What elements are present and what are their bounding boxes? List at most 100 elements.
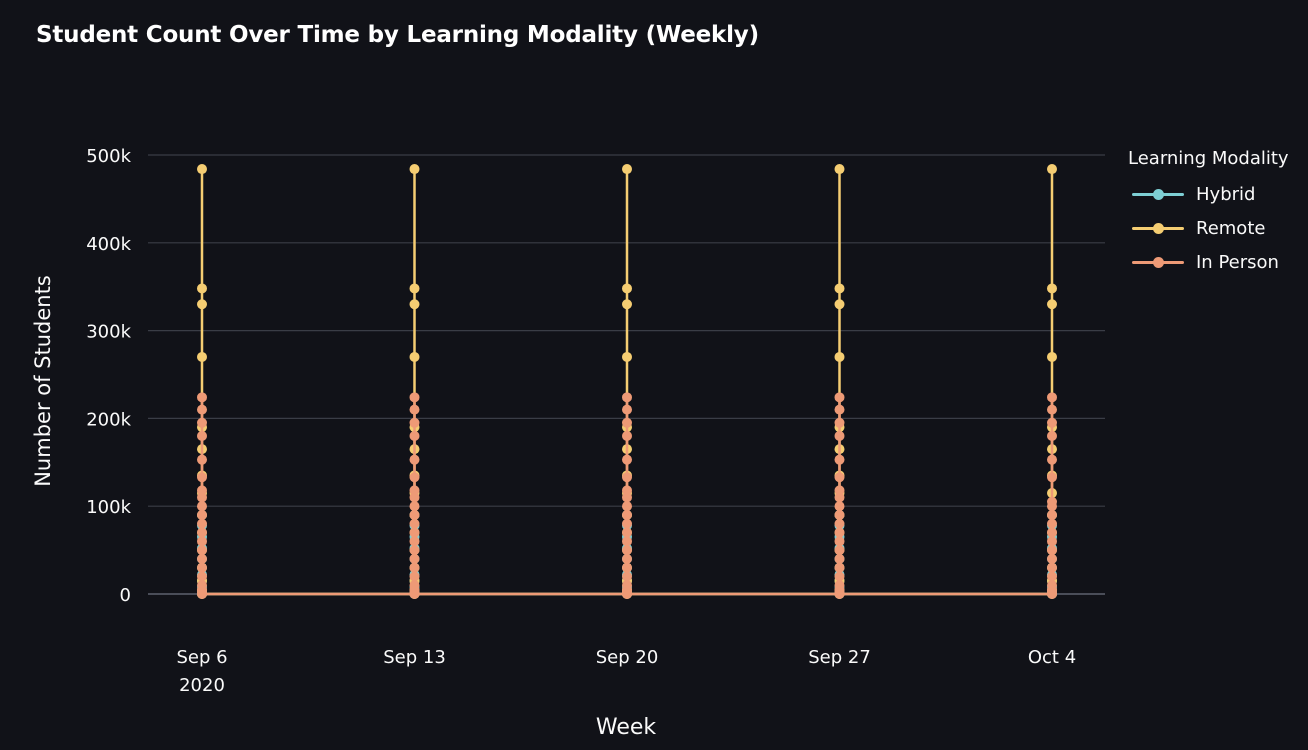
data-point[interactable] (197, 430, 207, 441)
data-point[interactable] (1047, 545, 1057, 556)
data-point[interactable] (409, 404, 420, 415)
data-point[interactable] (834, 509, 845, 520)
data-point[interactable] (409, 417, 420, 428)
data-point[interactable] (1047, 283, 1057, 294)
data-point[interactable] (622, 545, 632, 556)
data-point[interactable] (1047, 392, 1057, 403)
data-point[interactable] (409, 472, 420, 483)
data-point[interactable] (834, 454, 845, 465)
data-point[interactable] (409, 518, 420, 529)
data-point[interactable] (622, 392, 632, 403)
data-point[interactable] (834, 536, 845, 547)
legend-item-remote[interactable]: Remote (1128, 211, 1289, 245)
data-point[interactable] (409, 509, 420, 520)
data-point[interactable] (834, 553, 845, 564)
data-point[interactable] (622, 536, 632, 547)
data-point[interactable] (622, 283, 632, 294)
data-point[interactable] (409, 299, 420, 310)
data-point[interactable] (1047, 562, 1057, 573)
data-point[interactable] (622, 472, 632, 483)
data-point[interactable] (197, 417, 207, 428)
data-point[interactable] (622, 417, 632, 428)
data-point[interactable] (409, 571, 420, 582)
data-point[interactable] (834, 527, 845, 538)
data-point[interactable] (197, 501, 207, 512)
data-point[interactable] (409, 527, 420, 538)
data-point[interactable] (1047, 454, 1057, 465)
data-point[interactable] (197, 562, 207, 573)
data-point[interactable] (622, 501, 632, 512)
data-point[interactable] (197, 545, 207, 556)
data-point[interactable] (834, 404, 845, 415)
data-point[interactable] (622, 404, 632, 415)
data-point[interactable] (834, 485, 845, 496)
data-point[interactable] (834, 430, 845, 441)
data-point[interactable] (622, 518, 632, 529)
data-point[interactable] (409, 545, 420, 556)
data-point[interactable] (1047, 404, 1057, 415)
data-point[interactable] (197, 518, 207, 529)
data-point[interactable] (409, 164, 420, 175)
data-point[interactable] (834, 501, 845, 512)
data-point[interactable] (197, 580, 207, 591)
data-point[interactable] (1047, 299, 1057, 310)
data-point[interactable] (197, 283, 207, 294)
data-point[interactable] (197, 527, 207, 538)
data-point[interactable] (834, 545, 845, 556)
data-point[interactable] (1047, 527, 1057, 538)
data-point[interactable] (622, 553, 632, 564)
data-point[interactable] (409, 536, 420, 547)
data-point[interactable] (1047, 472, 1057, 483)
data-point[interactable] (622, 527, 632, 538)
legend-item-hybrid[interactable]: Hybrid (1128, 177, 1289, 211)
data-point[interactable] (197, 472, 207, 483)
data-point[interactable] (1047, 417, 1057, 428)
data-point[interactable] (197, 299, 207, 310)
data-point[interactable] (622, 509, 632, 520)
data-point[interactable] (197, 454, 207, 465)
data-point[interactable] (1047, 351, 1057, 362)
data-point[interactable] (409, 501, 420, 512)
data-point[interactable] (409, 580, 420, 591)
data-point[interactable] (622, 562, 632, 573)
data-point[interactable] (409, 553, 420, 564)
data-point[interactable] (409, 392, 420, 403)
data-point[interactable] (834, 518, 845, 529)
data-point[interactable] (197, 553, 207, 564)
data-point[interactable] (1047, 571, 1057, 582)
data-point[interactable] (834, 562, 845, 573)
data-point[interactable] (622, 485, 632, 496)
data-point[interactable] (197, 404, 207, 415)
data-point[interactable] (1047, 496, 1057, 507)
data-point[interactable] (834, 299, 845, 310)
data-point[interactable] (834, 472, 845, 483)
data-point[interactable] (834, 571, 845, 582)
data-point[interactable] (1047, 430, 1057, 441)
legend-item-in-person[interactable]: In Person (1128, 245, 1289, 279)
data-point[interactable] (197, 392, 207, 403)
data-point[interactable] (622, 571, 632, 582)
data-point[interactable] (1047, 536, 1057, 547)
data-point[interactable] (622, 430, 632, 441)
data-point[interactable] (197, 536, 207, 547)
data-point[interactable] (834, 392, 845, 403)
data-point[interactable] (409, 283, 420, 294)
data-point[interactable] (834, 580, 845, 591)
data-point[interactable] (834, 164, 845, 175)
data-point[interactable] (1047, 518, 1057, 529)
data-point[interactable] (1047, 164, 1057, 175)
data-point[interactable] (1047, 580, 1057, 591)
data-point[interactable] (409, 485, 420, 496)
data-point[interactable] (197, 571, 207, 582)
data-point[interactable] (409, 562, 420, 573)
data-point[interactable] (834, 283, 845, 294)
data-point[interactable] (834, 417, 845, 428)
data-point[interactable] (622, 351, 632, 362)
data-point[interactable] (409, 351, 420, 362)
data-point[interactable] (197, 485, 207, 496)
data-point[interactable] (622, 164, 632, 175)
data-point[interactable] (1047, 553, 1057, 564)
data-point[interactable] (834, 351, 845, 362)
data-point[interactable] (409, 454, 420, 465)
data-point[interactable] (1047, 509, 1057, 520)
